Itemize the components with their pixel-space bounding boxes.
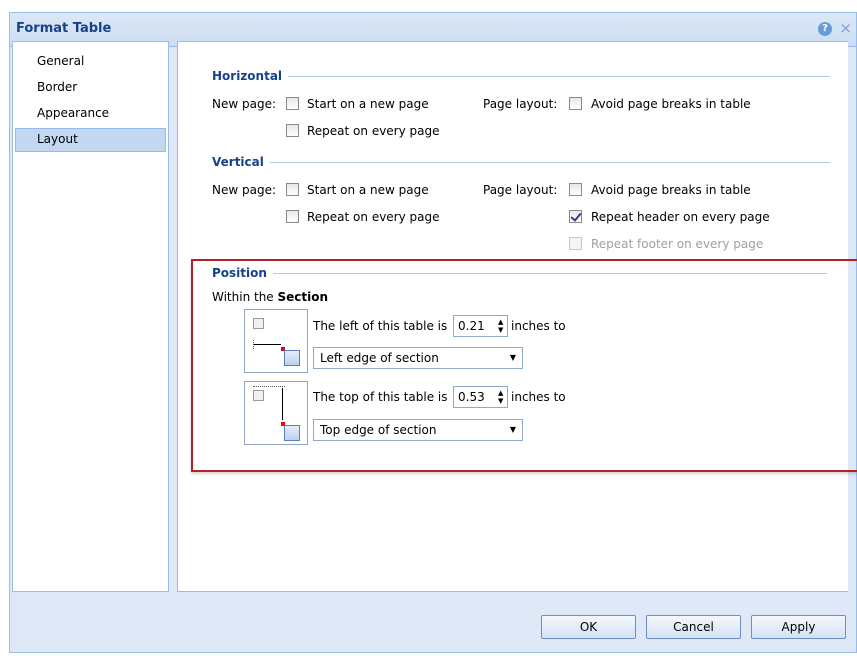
ok-button[interactable]: OK [541,615,636,639]
left-offset-value[interactable]: 0.21 [454,319,498,333]
apply-button[interactable]: Apply [751,615,846,639]
within-section-label: Within the Section [212,290,328,304]
help-icon[interactable]: ? [818,22,832,36]
top-reference-value: Top edge of section [320,423,437,437]
horizontal-title: Horizontal [212,69,283,83]
nav-item-layout[interactable]: Layout [15,128,166,152]
close-icon[interactable]: × [839,19,852,37]
vertical-repeat-footer-label: Repeat footer on every page [591,237,764,251]
position-title: Position [212,266,267,280]
left-reference-value: Left edge of section [320,351,439,365]
vertical-title: Vertical [212,155,264,169]
position-divider [272,272,827,274]
horizontal-start-new-page-checkbox[interactable] [286,97,299,110]
page-corner-icon [253,390,264,401]
horizontal-page-layout-label: Page layout: [483,97,558,111]
horizontal-avoid-breaks-label[interactable]: Avoid page breaks in table [591,97,751,111]
vertical-start-new-page-label[interactable]: Start on a new page [307,183,429,197]
position-section-title: Position [212,266,827,280]
left-position-diagram-icon [244,309,308,373]
vertical-page-layout-label: Page layout: [483,183,558,197]
nav-item-appearance[interactable]: Appearance [13,102,168,126]
top-offset-spinner[interactable]: 0.53 ▲ ▼ [453,386,508,408]
top-guide-icon [253,386,285,387]
left-unit-label: inches to [511,319,566,333]
vertical-avoid-breaks-checkbox[interactable] [569,183,582,196]
horizontal-repeat-every-page-label[interactable]: Repeat on every page [307,124,440,138]
chevron-down-icon[interactable]: ▼ [510,420,516,440]
vertical-repeat-every-page-label[interactable]: Repeat on every page [307,210,440,224]
vertical-repeat-every-page-checkbox[interactable] [286,210,299,223]
vertical-avoid-breaks-label[interactable]: Avoid page breaks in table [591,183,751,197]
spin-up-icon[interactable]: ▲ [498,318,503,326]
horizontal-start-new-page-label[interactable]: Start on a new page [307,97,429,111]
vertical-new-page-label: New page: [212,183,277,197]
left-offset-arrow-icon [253,344,281,345]
horizontal-new-page-label: New page: [212,97,277,111]
left-reference-dropdown[interactable]: Left edge of section ▼ [313,347,523,369]
horizontal-avoid-breaks-checkbox[interactable] [569,97,582,110]
left-offset-spinner[interactable]: 0.21 ▲ ▼ [453,315,508,337]
category-list: General Border Appearance Layout [12,41,169,592]
spin-down-icon[interactable]: ▼ [498,326,503,334]
spin-up-icon[interactable]: ▲ [498,389,503,397]
within-prefix: Within the [212,290,278,304]
vertical-repeat-header-checkbox[interactable] [569,210,582,223]
vertical-repeat-header-label[interactable]: Repeat header on every page [591,210,770,224]
left-guide-icon [253,340,255,349]
nav-item-general[interactable]: General [13,50,168,74]
table-block-icon [284,425,300,441]
vertical-section-title: Vertical [212,155,830,169]
top-position-diagram-icon [244,381,308,445]
left-offset-spin-arrows-icon[interactable]: ▲ ▼ [498,318,503,334]
vertical-repeat-footer-checkbox [569,237,582,250]
top-position-text: The top of this table is [313,390,448,404]
left-position-text: The left of this table is [313,319,448,333]
page-corner-icon [253,318,264,329]
horizontal-section-title: Horizontal [212,69,831,83]
horizontal-repeat-every-page-checkbox[interactable] [286,124,299,137]
vertical-divider [269,161,830,163]
top-offset-value[interactable]: 0.53 [454,390,498,404]
table-block-icon [284,350,300,366]
vertical-start-new-page-checkbox[interactable] [286,183,299,196]
nav-item-border[interactable]: Border [13,76,168,100]
within-section-bold: Section [277,290,329,304]
top-unit-label: inches to [511,390,566,404]
cancel-button[interactable]: Cancel [646,615,741,639]
top-offset-arrow-icon [282,388,283,420]
top-offset-spin-arrows-icon[interactable]: ▲ ▼ [498,389,503,405]
horizontal-divider [288,75,831,77]
dialog-title: Format Table [16,21,112,36]
chevron-down-icon[interactable]: ▼ [510,348,516,368]
spin-down-icon[interactable]: ▼ [498,397,503,405]
top-reference-dropdown[interactable]: Top edge of section ▼ [313,419,523,441]
